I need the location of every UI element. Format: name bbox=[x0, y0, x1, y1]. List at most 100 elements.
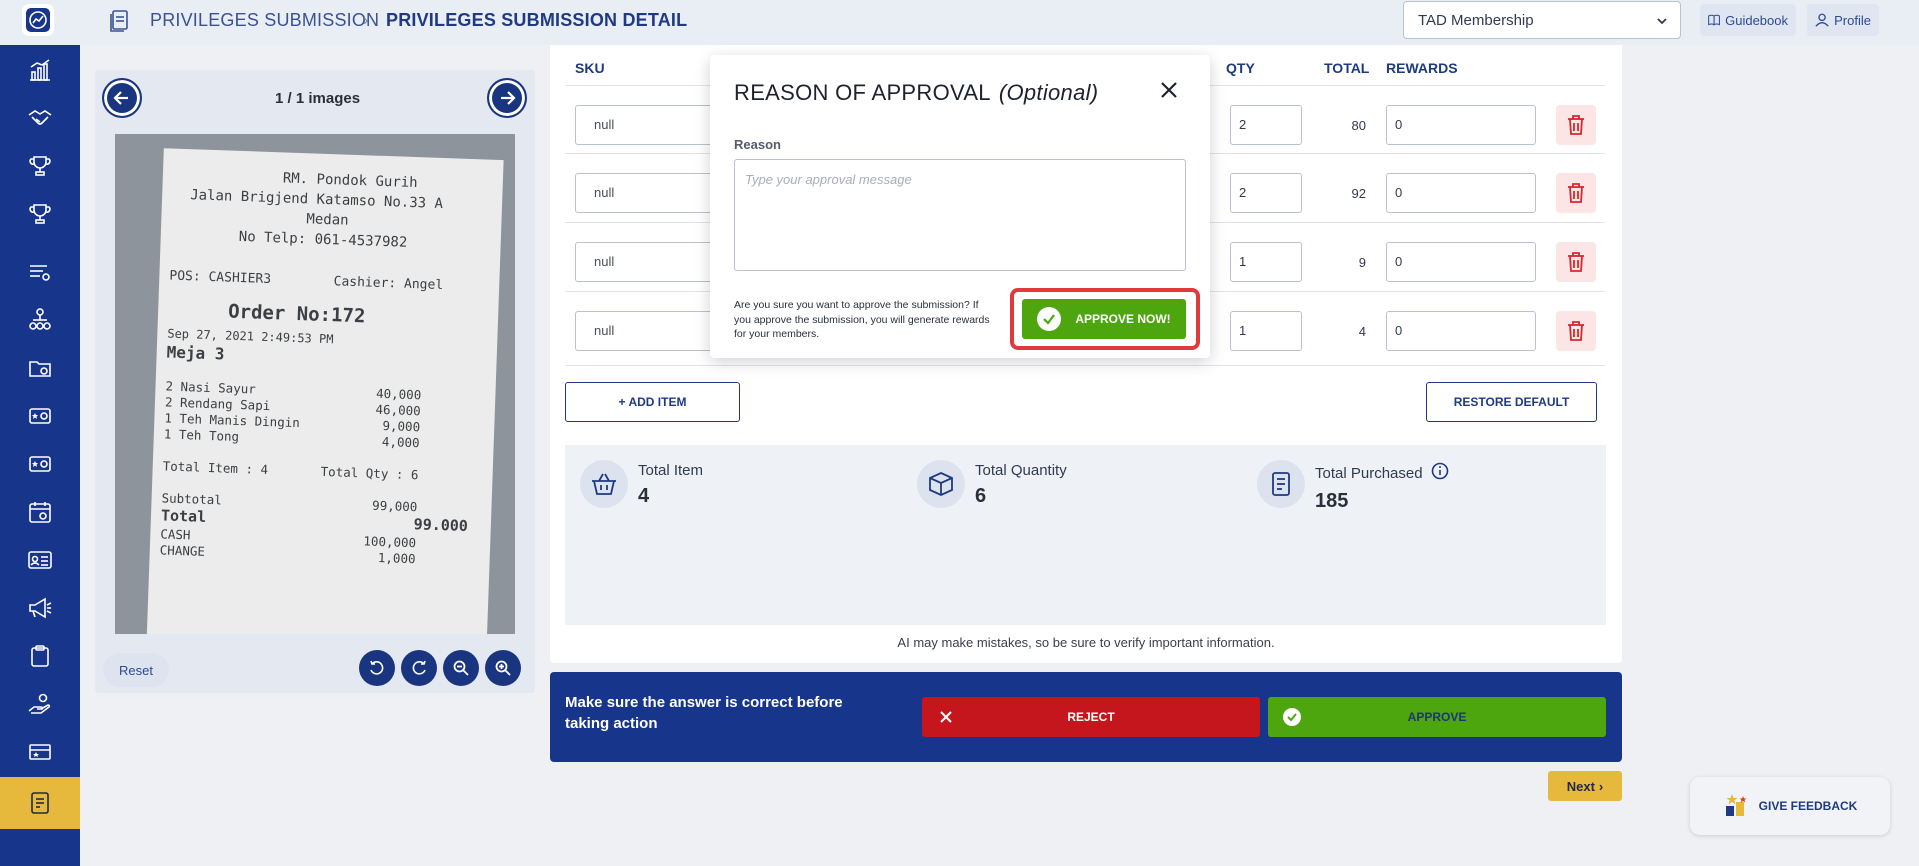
reason-textarea[interactable] bbox=[734, 159, 1186, 271]
hand-coin-icon bbox=[28, 693, 51, 714]
modal-title-optional: (Optional) bbox=[998, 80, 1099, 105]
rotate-left-button[interactable] bbox=[359, 650, 395, 686]
sidebar-item-tasks[interactable] bbox=[0, 632, 80, 680]
total-cell: 9 bbox=[1358, 255, 1366, 270]
arrow-left-icon bbox=[113, 91, 128, 105]
total-quantity-value: 6 bbox=[975, 485, 987, 507]
receipt-line: RM. Pondok Gurih bbox=[282, 170, 418, 192]
guidebook-button[interactable]: Guidebook bbox=[1700, 4, 1796, 36]
next-image-button[interactable] bbox=[487, 78, 527, 118]
ticket-icon bbox=[29, 744, 51, 760]
breadcrumb-privileges-submission[interactable]: PRIVILEGES SUBMISSION bbox=[150, 10, 379, 31]
profile-button[interactable]: Profile bbox=[1807, 4, 1879, 36]
reward-input[interactable]: 0 bbox=[1386, 311, 1536, 351]
check-circle-icon bbox=[1282, 707, 1302, 730]
delete-row-button[interactable] bbox=[1556, 105, 1596, 145]
qty-input[interactable]: 1 bbox=[1230, 242, 1302, 282]
list-filter-icon bbox=[30, 265, 50, 281]
modal-title: REASON OF APPROVAL (Optional) bbox=[734, 80, 1098, 106]
total-purchased-label: Total Purchased bbox=[1315, 464, 1423, 482]
qty-input[interactable]: 2 bbox=[1230, 105, 1302, 145]
delete-row-button[interactable] bbox=[1556, 311, 1596, 351]
previous-image-button[interactable] bbox=[102, 78, 142, 118]
sidebar-item-campaigns[interactable] bbox=[0, 584, 80, 632]
trophy-icon bbox=[29, 156, 51, 176]
qty-input[interactable]: 1 bbox=[1230, 311, 1302, 351]
column-header-total: TOTAL bbox=[1324, 60, 1370, 76]
receipt-line: POS: CASHIER3 Cashier: Angel bbox=[169, 268, 444, 294]
top-bar: PRIVILEGES SUBMISSION › PRIVILEGES SUBMI… bbox=[80, 0, 1919, 45]
sidebar-item-rules[interactable] bbox=[0, 248, 80, 296]
receipt-line: Jalan Brigjend Katamso No.33 A bbox=[189, 187, 444, 212]
reward-input[interactable]: 0 bbox=[1386, 173, 1536, 213]
user-icon bbox=[1815, 13, 1829, 27]
sidebar bbox=[0, 0, 80, 866]
action-bar-message: Make sure the answer is correct before t… bbox=[565, 694, 843, 732]
chart-icon bbox=[30, 59, 50, 81]
sidebar-item-tickets[interactable] bbox=[0, 728, 80, 776]
rotate-right-button[interactable] bbox=[401, 650, 437, 686]
profile-label: Profile bbox=[1834, 12, 1871, 28]
zoom-in-button[interactable] bbox=[485, 650, 521, 686]
basket-icon bbox=[580, 460, 628, 508]
megaphone-icon bbox=[29, 597, 52, 619]
info-icon[interactable] bbox=[1431, 462, 1449, 484]
sidebar-item-organization[interactable] bbox=[0, 296, 80, 344]
org-chart-icon bbox=[29, 308, 51, 330]
receipt-image[interactable]: RM. Pondok Gurih Jalan Brigjend Katamso … bbox=[115, 134, 515, 634]
close-icon bbox=[1161, 82, 1177, 98]
next-button[interactable]: Next › bbox=[1548, 771, 1622, 801]
zoom-out-icon bbox=[453, 660, 469, 676]
image-viewer-panel: 1 / 1 images RM. Pondok Gurih Jalan Brig… bbox=[95, 70, 535, 693]
sidebar-item-achievements[interactable] bbox=[0, 190, 80, 238]
program-select[interactable]: TAD Membership bbox=[1403, 1, 1681, 39]
total-quantity-label: Total Quantity bbox=[975, 462, 1067, 479]
id-card-icon bbox=[28, 551, 52, 569]
reward-input[interactable]: 0 bbox=[1386, 105, 1536, 145]
delete-row-button[interactable] bbox=[1556, 242, 1596, 282]
rotate-right-icon bbox=[412, 660, 426, 675]
sidebar-item-vouchers[interactable] bbox=[0, 392, 80, 440]
box-icon bbox=[917, 460, 965, 508]
close-modal-button[interactable] bbox=[1160, 81, 1178, 104]
app-logo[interactable] bbox=[22, 4, 54, 36]
summary-total-item: Total Item 4 bbox=[580, 460, 703, 508]
image-counter: 1 / 1 images bbox=[275, 90, 361, 107]
approve-button[interactable]: APPROVE bbox=[1268, 697, 1606, 737]
clipboard-icon bbox=[31, 645, 49, 667]
sidebar-item-partners[interactable] bbox=[0, 94, 80, 142]
modal-title-text: REASON OF APPROVAL bbox=[734, 80, 991, 105]
reset-button[interactable]: Reset bbox=[103, 653, 169, 687]
column-header-rewards: REWARDS bbox=[1386, 60, 1458, 76]
receipt-line: Order No:172 bbox=[227, 300, 366, 328]
sidebar-item-privileges-submission[interactable] bbox=[0, 777, 80, 829]
total-cell: 4 bbox=[1358, 324, 1366, 339]
reason-label: Reason bbox=[734, 137, 781, 152]
reject-button[interactable]: REJECT bbox=[922, 697, 1260, 737]
sidebar-item-members[interactable] bbox=[0, 536, 80, 584]
row-divider bbox=[565, 365, 1605, 366]
sidebar-item-events[interactable] bbox=[0, 488, 80, 536]
qty-input[interactable]: 2 bbox=[1230, 173, 1302, 213]
sidebar-item-tiers[interactable] bbox=[0, 142, 80, 190]
ai-disclaimer: AI may make mistakes, so be sure to veri… bbox=[897, 635, 1275, 650]
give-feedback-button[interactable]: GIVE FEEDBACK bbox=[1690, 777, 1890, 835]
sidebar-item-redemptions[interactable] bbox=[0, 680, 80, 728]
trash-icon bbox=[1568, 321, 1584, 341]
approve-now-button[interactable]: APPROVE NOW! bbox=[1022, 299, 1186, 339]
summary-total-purchased: Total Purchased 185 bbox=[1257, 460, 1449, 513]
add-item-button[interactable]: + ADD ITEM bbox=[565, 382, 740, 422]
sidebar-item-files[interactable] bbox=[0, 344, 80, 392]
chevron-right-icon: › bbox=[1598, 778, 1604, 794]
receipt-paper: RM. Pondok Gurih Jalan Brigjend Katamso … bbox=[146, 148, 504, 634]
delete-row-button[interactable] bbox=[1556, 173, 1596, 213]
sidebar-item-dashboard[interactable] bbox=[0, 46, 80, 94]
reward-input[interactable]: 0 bbox=[1386, 242, 1536, 282]
restore-default-button[interactable]: RESTORE DEFAULT bbox=[1426, 382, 1597, 422]
chevron-down-icon bbox=[1656, 14, 1668, 31]
zoom-out-button[interactable] bbox=[443, 650, 479, 686]
sidebar-item-rewards[interactable] bbox=[0, 440, 80, 488]
summary-total-quantity: Total Quantity 6 bbox=[917, 460, 1067, 508]
give-feedback-label: GIVE FEEDBACK bbox=[1758, 799, 1858, 813]
total-cell: 80 bbox=[1351, 118, 1366, 133]
